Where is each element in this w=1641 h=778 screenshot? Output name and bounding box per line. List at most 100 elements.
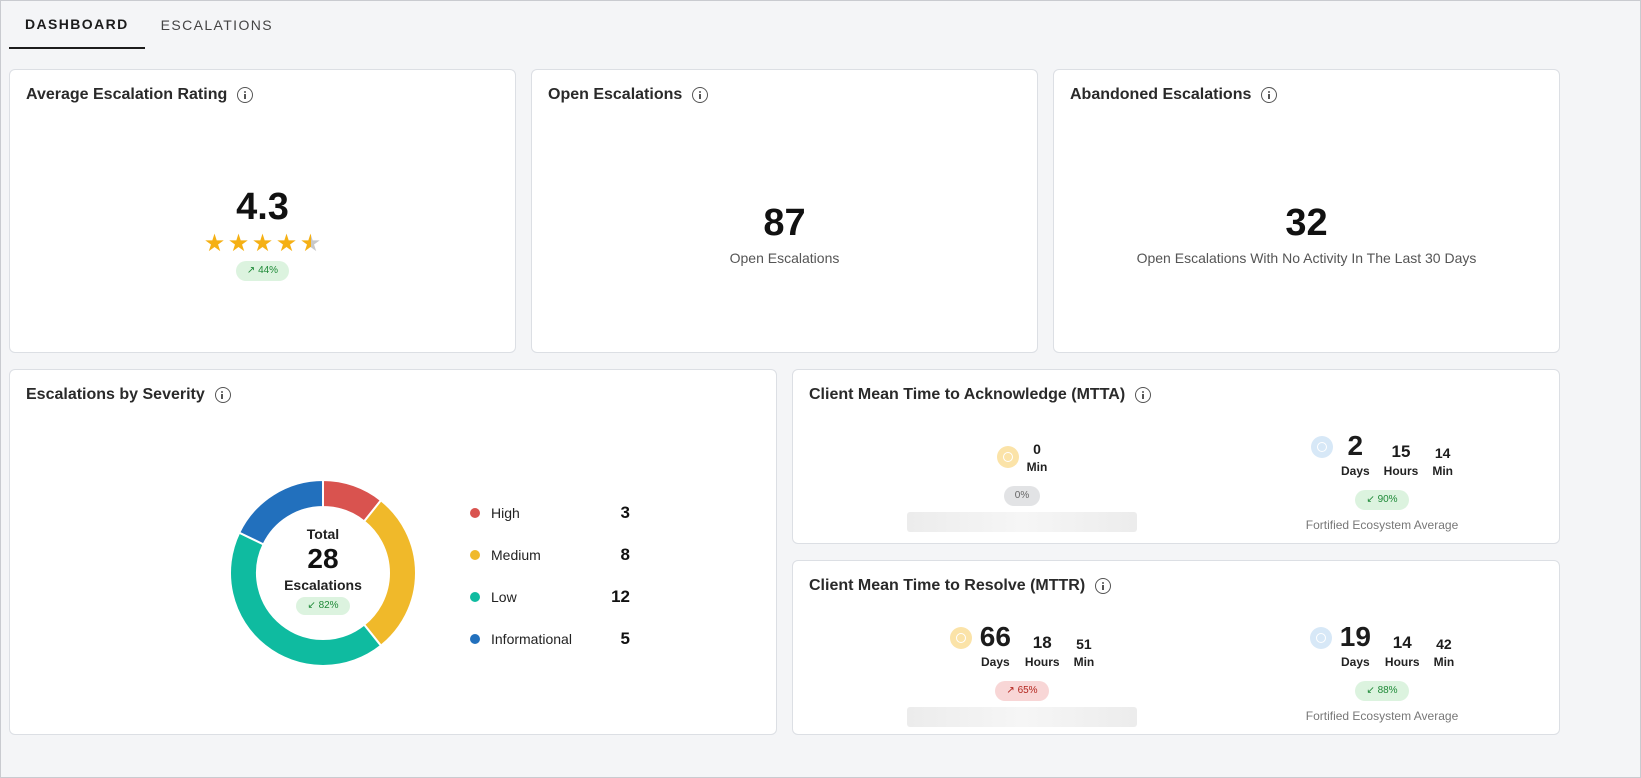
mttr-client-time: 66 Days 18 Hours 51 Min — [902, 623, 1142, 669]
mtta-card: Client Mean Time to Acknowledge (MTTA) 0… — [792, 369, 1560, 544]
time-unit: 2 Days — [1340, 430, 1370, 479]
open-summary: 87 Open Escalations — [532, 204, 1037, 266]
legend-label: Informational — [491, 631, 572, 647]
time-unit: 19 Days — [1339, 621, 1371, 670]
time-unit: 14 Hours — [1385, 634, 1420, 669]
mttr-ecosystem-metric: 19 Days 14 Hours 42 Min ↙ 88% Fortified … — [1262, 623, 1502, 724]
time-value: 18 — [1032, 633, 1052, 652]
severity-card-title: Escalations by Severity — [26, 386, 205, 403]
legend-item-informational[interactable]: Informational 5 — [470, 618, 630, 660]
info-icon[interactable] — [1095, 578, 1112, 594]
clock-icon — [1310, 436, 1333, 458]
time-value: 0 — [1033, 441, 1041, 457]
rating-card-header: Average Escalation Rating — [26, 86, 254, 104]
legend-dot-icon — [470, 550, 480, 560]
star-full-icon: ★ — [227, 230, 250, 257]
rating-summary: 4.3 ★ ★ ★ ★ ★ ↗ 44% — [10, 188, 515, 281]
app-frame: DASHBOARD ESCALATIONS Average Escalation… — [0, 0, 1641, 778]
time-unit-label: Hours — [1383, 464, 1419, 478]
star-full-icon: ★ — [203, 230, 226, 257]
time-unit-label: Min — [1432, 464, 1454, 478]
time-unit: 18 Hours — [1025, 634, 1060, 669]
open-card-header: Open Escalations — [548, 86, 709, 104]
time-value: 2 — [1347, 430, 1364, 461]
star-full-icon: ★ — [251, 230, 274, 257]
abandoned-escalations-value: 32 — [1285, 202, 1328, 244]
open-card-title: Open Escalations — [548, 86, 683, 103]
info-icon[interactable] — [214, 387, 231, 403]
abandoned-escalations-label: Open Escalations With No Activity In The… — [1136, 250, 1477, 266]
severity-legend: High 3 Medium 8 Low 12 Informational 5 — [470, 492, 630, 660]
donut-total-heading: Total — [306, 526, 340, 542]
mttr-client-metric: 66 Days 18 Hours 51 Min ↗ 65% — [902, 623, 1142, 727]
mtta-ecosystem-trend-badge: ↙ 90% — [1355, 490, 1409, 510]
open-escalations-card: Open Escalations 87 Open Escalations — [531, 69, 1038, 353]
legend-label: Low — [491, 589, 517, 605]
time-unit-label: Hours — [1384, 655, 1420, 669]
donut-trend-badge: ↙ 82% — [296, 596, 350, 615]
info-icon[interactable] — [1135, 387, 1152, 403]
legend-dot-icon — [470, 634, 480, 644]
legend-dot-icon — [470, 508, 480, 518]
mtta-client-trend-badge: 0% — [1003, 486, 1041, 506]
clock-icon — [1309, 627, 1332, 649]
rating-value: 4.3 — [236, 186, 289, 228]
mtta-client-metric: 0 Min 0% — [902, 442, 1142, 532]
time-value: 42 — [1436, 636, 1452, 652]
legend-dot-icon — [470, 592, 480, 602]
star-full-icon: ★ — [275, 230, 298, 257]
time-unit: 66 Days — [979, 621, 1011, 670]
legend-label: High — [491, 505, 520, 521]
mtta-ecosystem-metric: 2 Days 15 Hours 14 Min ↙ 90% Fortified E… — [1262, 432, 1502, 533]
tab-dashboard[interactable]: DASHBOARD — [9, 1, 145, 49]
time-unit: 51 Min — [1074, 637, 1095, 669]
time-value: 14 — [1392, 633, 1412, 652]
rating-card-title: Average Escalation Rating — [26, 86, 228, 103]
mttr-client-trend-badge: ↗ 65% — [995, 681, 1049, 701]
mtta-card-header: Client Mean Time to Acknowledge (MTTA) — [809, 386, 1152, 404]
abandoned-summary: 32 Open Escalations With No Activity In … — [1054, 204, 1559, 266]
time-unit: 14 Min — [1432, 446, 1453, 478]
rating-trend-badge: ↗ 44% — [235, 261, 290, 281]
time-unit-label: Hours — [1024, 655, 1060, 669]
info-icon[interactable] — [692, 87, 709, 103]
time-value: 15 — [1391, 442, 1411, 461]
severity-donut-chart: Total 28 Escalations ↙ 82% — [218, 468, 428, 678]
legend-item-low[interactable]: Low 12 — [470, 576, 630, 618]
time-unit-label: Days — [1340, 655, 1370, 669]
legend-label: Medium — [491, 547, 541, 563]
legend-item-medium[interactable]: Medium 8 — [470, 534, 630, 576]
time-unit-label: Min — [1026, 460, 1048, 474]
legend-item-high[interactable]: High 3 — [470, 492, 630, 534]
legend-value: 8 — [620, 545, 630, 564]
time-unit-label: Days — [980, 655, 1010, 669]
time-unit-label: Days — [1340, 464, 1370, 478]
blurred-comparison-bar — [907, 512, 1137, 532]
mtta-client-time: 0 Min — [902, 442, 1142, 474]
time-unit-label: Min — [1073, 655, 1095, 669]
clock-icon — [996, 446, 1019, 468]
star-half-icon: ★ — [299, 230, 322, 257]
donut-total-value: 28 — [307, 543, 339, 574]
legend-value: 12 — [611, 587, 630, 606]
mttr-card-header: Client Mean Time to Resolve (MTTR) — [809, 577, 1112, 595]
mtta-ecosystem-time: 2 Days 15 Hours 14 Min — [1262, 432, 1502, 478]
abandoned-escalations-card: Abandoned Escalations 32 Open Escalation… — [1053, 69, 1560, 353]
mttr-card: Client Mean Time to Resolve (MTTR) 66 Da… — [792, 560, 1560, 735]
blurred-comparison-bar — [907, 707, 1137, 727]
mttr-ecosystem-trend-badge: ↙ 88% — [1355, 681, 1409, 701]
mttr-ecosystem-time: 19 Days 14 Hours 42 Min — [1262, 623, 1502, 669]
donut-total-label: Escalations — [284, 576, 362, 593]
info-icon[interactable] — [237, 87, 254, 103]
time-value: 66 — [979, 621, 1011, 652]
time-value: 14 — [1434, 445, 1451, 461]
legend-value: 5 — [620, 629, 630, 648]
time-unit: 15 Hours — [1384, 443, 1419, 478]
info-icon[interactable] — [1261, 87, 1278, 103]
legend-value: 3 — [620, 503, 630, 522]
tab-escalations[interactable]: ESCALATIONS — [145, 1, 289, 49]
time-unit: 0 Min — [1027, 442, 1048, 474]
time-value: 19 — [1339, 621, 1371, 652]
donut-center: Total 28 Escalations ↙ 82% — [218, 526, 428, 615]
time-value: 51 — [1076, 636, 1092, 652]
